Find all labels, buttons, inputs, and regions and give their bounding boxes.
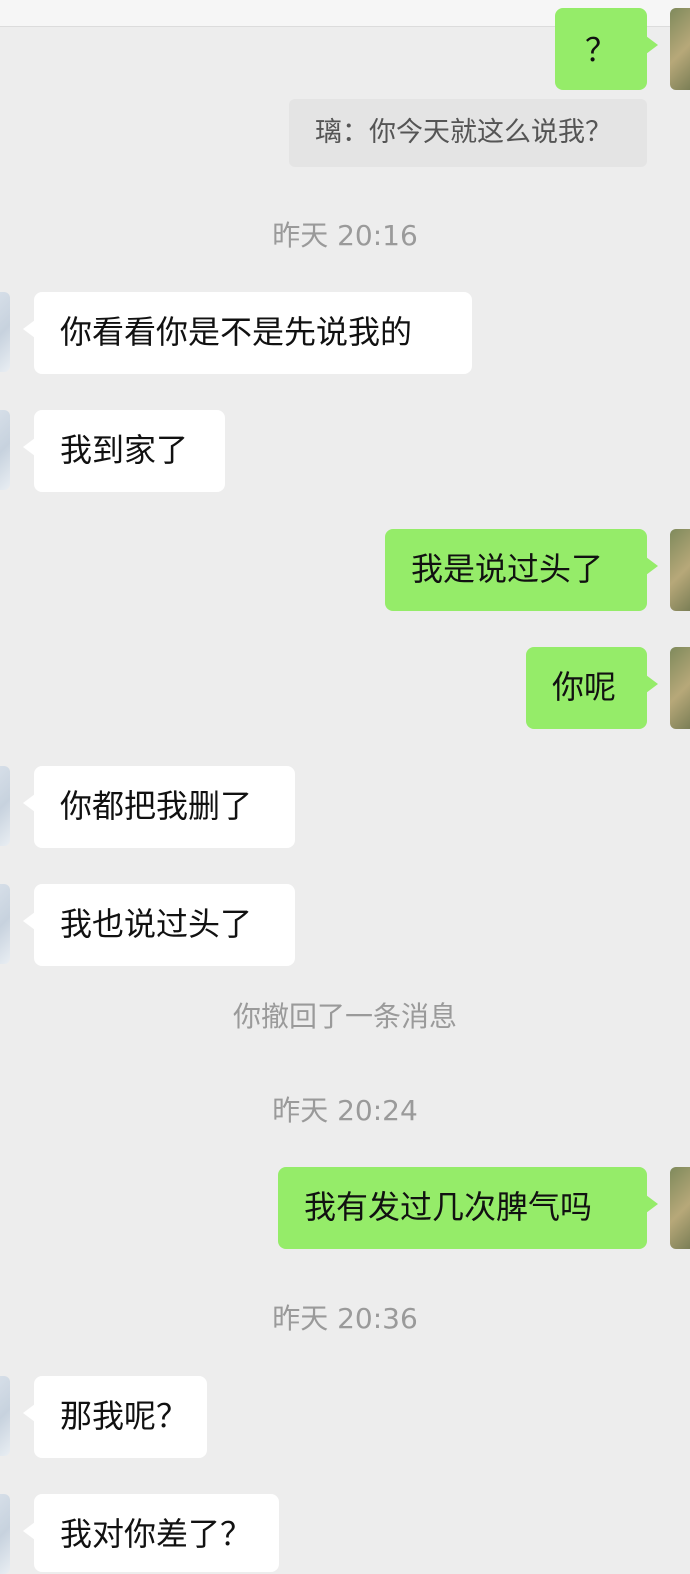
quoted-message[interactable]: 璃：你今天就这么说我？ [289, 99, 647, 167]
timestamp: 昨天 20:36 [0, 1302, 690, 1336]
message-text: ？ [584, 31, 617, 69]
recall-notice: 你撤回了一条消息 [0, 1000, 690, 1034]
timestamp-text: 昨天 20:16 [272, 219, 418, 252]
recall-notice-text: 你撤回了一条消息 [232, 1000, 457, 1033]
contact-avatar[interactable] [0, 1494, 10, 1574]
message-bubble-incoming[interactable]: 我也说过头了 [23, 884, 295, 966]
contact-avatar[interactable] [0, 410, 10, 490]
message-bubble-outgoing[interactable]: ？ [555, 8, 658, 90]
my-avatar[interactable] [670, 529, 690, 611]
timestamp: 昨天 20:24 [0, 1094, 690, 1128]
contact-avatar[interactable] [0, 766, 10, 846]
my-avatar[interactable] [670, 1167, 690, 1249]
my-avatar[interactable] [670, 647, 690, 729]
timestamp-text: 昨天 20:36 [272, 1302, 418, 1335]
message-text: 我到家了 [60, 431, 189, 469]
message-text: 你呢 [552, 668, 617, 706]
message-text: 你都把我删了 [60, 787, 253, 825]
message-bubble-incoming[interactable]: 我到家了 [23, 410, 225, 492]
message-text: 我有发过几次脾气吗 [304, 1188, 593, 1226]
message-bubble-incoming[interactable]: 我对你差了？ [23, 1494, 279, 1572]
my-avatar[interactable] [670, 8, 690, 90]
contact-avatar[interactable] [0, 1376, 10, 1456]
message-text: 你看看你是不是先说我的 [60, 313, 413, 351]
message-bubble-outgoing[interactable]: 我是说过头了 [385, 529, 658, 611]
message-text: 我也说过头了 [60, 905, 253, 943]
message-bubble-incoming[interactable]: 那我呢？ [23, 1376, 207, 1458]
contact-avatar[interactable] [0, 292, 10, 372]
message-text: 那我呢？ [60, 1397, 189, 1435]
message-bubble-incoming[interactable]: 你都把我删了 [23, 766, 295, 848]
timestamp: 昨天 20:16 [0, 219, 690, 253]
message-text: 我是说过头了 [411, 550, 604, 588]
contact-avatar[interactable] [0, 884, 10, 964]
timestamp-text: 昨天 20:24 [272, 1094, 418, 1127]
message-bubble-outgoing[interactable]: 我有发过几次脾气吗 [278, 1167, 658, 1249]
message-bubble-incoming[interactable]: 你看看你是不是先说我的 [23, 292, 472, 374]
message-bubble-outgoing[interactable]: 你呢 [526, 647, 658, 729]
quoted-text: 璃：你今天就这么说我？ [315, 117, 612, 148]
message-text: 我对你差了？ [60, 1515, 253, 1553]
